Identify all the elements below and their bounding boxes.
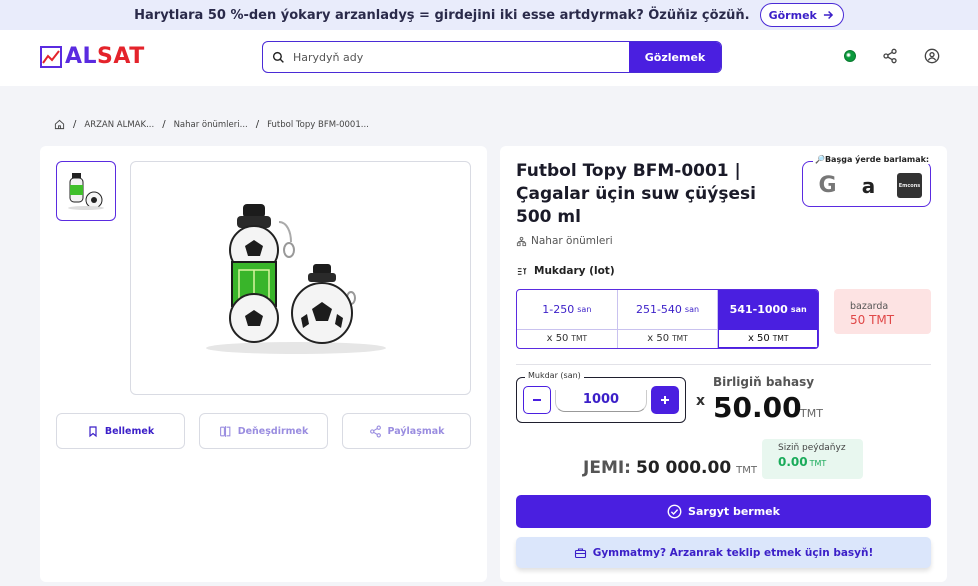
multiply-sign: x	[696, 393, 706, 409]
total-price: JEMI: 50 000.00 TMT	[583, 458, 757, 478]
price-tier-selected[interactable]: 541-1000 san x 50 TMT	[718, 290, 818, 348]
banner-button-label: Görmek	[768, 8, 817, 22]
plus-icon	[661, 396, 669, 404]
product-gallery-panel: Bellemek Deňeşdirmek Paýlaşmak	[40, 146, 487, 582]
compare-label: Deňeşdirmek	[237, 425, 309, 437]
breadcrumb: / ARZAN ALMAK... / Nahar önümleri... / F…	[54, 119, 369, 130]
bookmark-label: Bellemek	[104, 425, 155, 437]
profit-currency: TMT	[809, 459, 827, 468]
tier-range: 1-250	[542, 302, 575, 316]
list-icon	[517, 267, 527, 275]
product-info-panel: Futbol Topy BFM-0001 | Çagalar üçin suw …	[500, 146, 947, 582]
logo-text-sat: SAT	[97, 44, 145, 69]
total-label: JEMI:	[583, 458, 631, 478]
header-icons	[844, 48, 940, 64]
profit-label: Siziň peýdaňyz	[778, 443, 846, 453]
profit-value: 0.00	[778, 455, 808, 469]
search-button[interactable]: Gözlemek	[629, 42, 721, 72]
briefcase-icon	[574, 547, 586, 558]
total-currency: TMT	[736, 465, 758, 476]
make-offer-label: Gymmatmy? Arzanrak teklip etmek üçin bas…	[592, 546, 874, 559]
market-price: 50 TMT	[850, 313, 895, 327]
unit-price-currency: TMT	[800, 407, 823, 420]
tier-currency: TMT	[772, 333, 789, 343]
breadcrumb-current: Futbol Topy BFM-0001...	[267, 119, 369, 130]
search-icon	[263, 42, 293, 72]
language-flag-icon[interactable]	[844, 50, 856, 62]
price-tiers: 1-250 san x 50 TMT 251-540 san x 50 TMT 541-…	[516, 289, 819, 349]
share-icon[interactable]	[882, 48, 898, 64]
quantity-stepper: Mukdar (san) 1000	[516, 371, 686, 423]
product-thumbnail[interactable]	[56, 161, 116, 221]
quantity-heading: Mukdary (lot)	[516, 265, 615, 277]
product-title: Futbol Topy BFM-0001 | Çagalar üçin suw …	[516, 161, 756, 227]
logo[interactable]: ALSAT	[40, 44, 145, 69]
market-price-box: bazarda 50 TMT	[834, 289, 931, 334]
tier-multiplier: x 50	[546, 333, 569, 345]
tier-unit: san	[684, 304, 700, 314]
increase-quantity-button[interactable]	[651, 386, 679, 414]
tier-range: 541-1000	[729, 302, 788, 316]
arrow-right-icon	[823, 10, 833, 20]
unit-price: 50.00	[713, 391, 802, 424]
check-elsewhere-label: 🔎Başga ýerde barlamak:	[813, 155, 932, 164]
divider	[516, 364, 931, 365]
google-icon[interactable]: G	[815, 173, 840, 198]
share-button[interactable]: Paýlaşmak	[342, 413, 471, 449]
search-input[interactable]	[293, 42, 629, 72]
unit-price-label: Birligiň bahasy	[713, 375, 815, 389]
bookmark-button[interactable]: Bellemek	[56, 413, 185, 449]
banner-text: Harytlara 50 %-den ýokary arzanladyş = g…	[134, 7, 750, 23]
check-circle-icon	[667, 504, 682, 519]
price-tier[interactable]: 1-250 san x 50 TMT	[517, 290, 618, 348]
tier-unit: san	[790, 304, 807, 314]
breadcrumb-item[interactable]: Nahar önümleri...	[174, 120, 248, 130]
home-icon[interactable]	[54, 119, 65, 130]
compare-button[interactable]: Deňeşdirmek	[199, 413, 328, 449]
tier-multiplier: x 50	[647, 333, 670, 345]
category-label: Nahar önümleri	[531, 235, 613, 247]
user-account-icon[interactable]	[924, 48, 940, 64]
tier-currency: TMT	[571, 334, 588, 344]
compare-icon	[219, 425, 231, 437]
banner-see-button[interactable]: Görmek	[759, 3, 844, 27]
logo-chart-icon	[40, 45, 62, 68]
bookmark-icon	[89, 425, 97, 437]
place-order-button[interactable]: Sargyt bermek	[516, 495, 931, 528]
total-value: 50 000.00	[635, 458, 732, 478]
tier-unit: san	[577, 304, 592, 314]
profit-box: Siziň peýdaňyz 0.00 TMT	[762, 439, 863, 479]
site-header: ALSAT Gözlemek	[0, 30, 978, 86]
market-label: bazarda	[850, 301, 889, 312]
quantity-heading-label: Mukdary (lot)	[534, 265, 615, 277]
quantity-input[interactable]: 1000	[555, 390, 647, 412]
minus-icon	[533, 399, 541, 401]
check-elsewhere-box: 🔎Başga ýerde barlamak: G a Emcons	[802, 155, 932, 207]
logo-text-al: AL	[65, 44, 98, 69]
decrease-quantity-button[interactable]	[523, 386, 551, 414]
tier-currency: TMT	[672, 334, 688, 344]
emcons-icon[interactable]: Emcons	[897, 173, 922, 198]
share-icon	[369, 425, 381, 437]
price-tier[interactable]: 251-540 san x 50 TMT	[617, 290, 719, 348]
tier-multiplier: x 50	[747, 332, 770, 344]
search-bar: Gözlemek	[262, 41, 722, 73]
product-category[interactable]: Nahar önümleri	[516, 235, 613, 247]
top-banner: Harytlara 50 %-den ýokary arzanladyş = g…	[0, 0, 978, 30]
share-label: Paýlaşmak	[387, 425, 445, 437]
place-order-label: Sargyt bermek	[688, 505, 780, 518]
amazon-icon[interactable]: a	[856, 173, 881, 198]
quantity-stepper-label: Mukdar (san)	[525, 371, 584, 380]
water-bottle-image	[205, 204, 386, 354]
tier-range: 251-540	[635, 302, 682, 316]
make-offer-button[interactable]: Gymmatmy? Arzanrak teklip etmek üçin bas…	[516, 537, 931, 568]
breadcrumb-item[interactable]: ARZAN ALMAK...	[84, 120, 154, 130]
product-main-image[interactable]	[130, 161, 471, 395]
category-icon	[516, 236, 527, 246]
